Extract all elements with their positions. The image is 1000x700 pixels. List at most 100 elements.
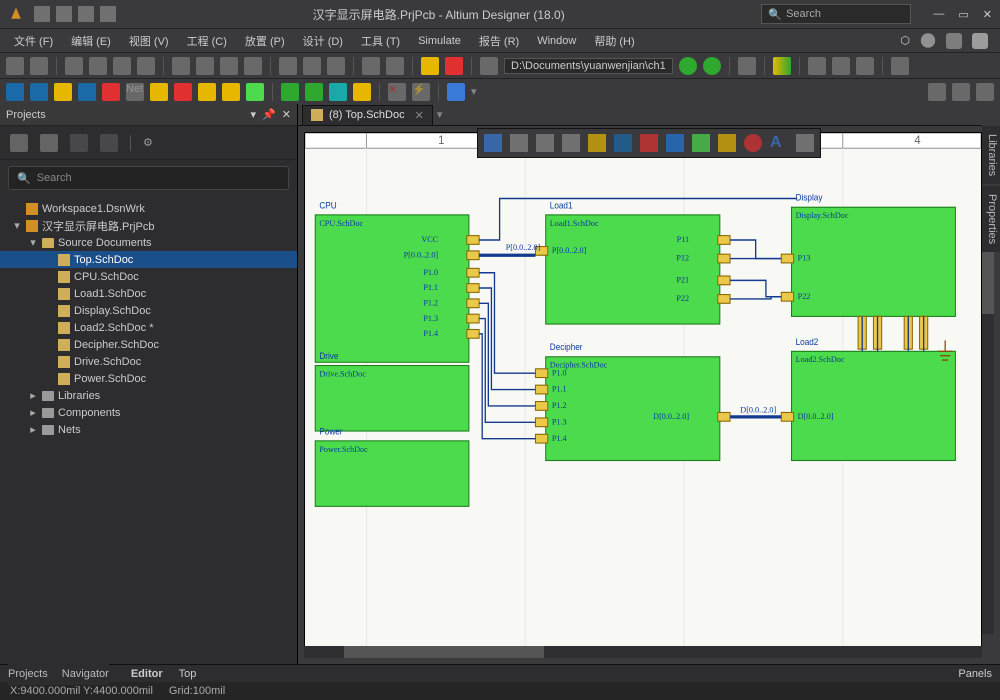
net2-icon[interactable] [666,134,684,152]
pin-icon[interactable]: 📌 [262,108,276,121]
panel-tab-navigator[interactable]: Navigator [62,668,109,680]
entry2-icon[interactable] [718,134,736,152]
tree-item[interactable]: ▸Libraries [0,387,297,404]
undo-icon[interactable] [100,6,116,22]
pdf-icon[interactable] [137,57,155,75]
grid-icon[interactable] [891,57,909,75]
port2-icon[interactable] [588,134,606,152]
compile-icon[interactable] [40,134,58,152]
tree-item[interactable]: ▸Nets [0,421,297,438]
paste-icon[interactable] [220,57,238,75]
sheet2-icon[interactable] [692,134,710,152]
selectrect-icon[interactable] [536,134,554,152]
move-icon[interactable] [303,57,321,75]
cut-icon[interactable] [172,57,190,75]
vcc-icon[interactable] [174,83,192,101]
menu-design[interactable]: 设计 (D) [295,30,351,52]
close-tab-icon[interactable]: ✕ [415,109,424,122]
path-breadcrumb[interactable]: D:\Documents\yuanwenjian\ch1 [504,58,673,74]
heatmap-icon[interactable] [773,57,791,75]
harness2-icon[interactable] [353,83,371,101]
panels-button[interactable]: Panels [958,668,992,680]
panel-tab-projects[interactable]: Projects [8,668,48,680]
list2-icon[interactable] [952,83,970,101]
side-tab-libraries[interactable]: Libraries [982,126,1000,184]
tree-item[interactable]: Decipher.SchDoc [0,336,297,353]
folder2-icon[interactable] [100,134,118,152]
minimize-button[interactable]: — [933,8,944,21]
undo-icon[interactable] [362,57,380,75]
scrollbar-horizontal[interactable] [304,646,982,658]
tree-item[interactable]: ▸Components [0,404,297,421]
tree-item[interactable]: Power.SchDoc [0,370,297,387]
align-right-icon[interactable] [856,57,874,75]
device-icon[interactable] [305,83,323,101]
menu-tools[interactable]: 工具 (T) [353,30,408,52]
tree-item[interactable]: ▾Source Documents [0,234,297,251]
folder-icon[interactable] [70,134,88,152]
junction-icon[interactable] [744,134,762,152]
output-icon[interactable] [113,57,131,75]
text-icon[interactable]: A [770,134,788,152]
save-all-icon[interactable] [56,6,72,22]
rubber-stamp-icon[interactable] [244,57,262,75]
align-left-icon[interactable] [808,57,826,75]
cross-probe2-icon[interactable] [445,57,463,75]
save-icon[interactable] [34,6,50,22]
save-icon[interactable] [30,57,48,75]
netlabel-icon[interactable] [78,83,96,101]
print-icon[interactable] [65,57,83,75]
sheetentry-icon[interactable] [222,83,240,101]
line-icon[interactable] [447,83,465,101]
menu-report[interactable]: 报告 (R) [471,30,527,52]
preview-icon[interactable] [89,57,107,75]
projects-search[interactable]: 🔍 Search [8,166,289,190]
settings-gear-icon[interactable] [920,33,936,49]
menu-simulate[interactable]: Simulate [410,32,469,50]
noerror-icon[interactable]: ✕ [388,83,406,101]
wire-icon[interactable] [6,83,24,101]
power-icon[interactable] [102,83,120,101]
schematic-canvas[interactable]: 1234CPUCPU.SchDocVCCP[0.0..2.0]P1.0P1.1P… [304,132,982,658]
editor-tab-top[interactable]: Top [179,668,197,680]
erc-icon[interactable]: ⚡ [412,83,430,101]
menu-file[interactable]: 文件 (F) [6,30,61,52]
tree-item[interactable]: Load2.SchDoc * [0,319,297,336]
menu-window[interactable]: Window [529,32,584,50]
share-icon[interactable]: ⬡ [900,34,910,47]
tree-item[interactable]: Drive.SchDoc [0,353,297,370]
global-search[interactable]: 🔍 Search [761,4,911,24]
nav-fwd-icon[interactable] [703,57,721,75]
cross-probe-icon[interactable] [421,57,439,75]
gnd-icon[interactable] [640,134,658,152]
tree-item[interactable]: Workspace1.DsnWrk [0,200,297,217]
project-tree[interactable]: Workspace1.DsnWrk▾汉字显示屏电路.PrjPcb▾Source … [0,196,297,664]
user-avatar-icon[interactable] [972,33,988,49]
menu-place[interactable]: 放置 (P) [237,30,293,52]
crosshair-icon[interactable] [510,134,528,152]
menu-view[interactable]: 视图 (V) [121,30,177,52]
open-icon[interactable] [78,6,94,22]
busentry-icon[interactable] [54,83,72,101]
notifications-icon[interactable] [946,33,962,49]
list3-icon[interactable] [976,83,994,101]
tree-item[interactable]: ▾汉字显示屏电路.PrjPcb [0,217,297,234]
document-tab-top[interactable]: (8) Top.SchDoc ✕ [302,105,433,125]
maximize-button[interactable]: ▭ [958,8,968,21]
offsheet-icon[interactable] [198,83,216,101]
netlabel2-icon[interactable]: Net [126,83,144,101]
close-panel-icon[interactable]: ✕ [282,108,291,121]
side-tab-properties[interactable]: Properties [982,186,1000,252]
tree-item[interactable]: Top.SchDoc [0,251,297,268]
port-icon[interactable] [150,83,168,101]
copy-icon[interactable] [196,57,214,75]
editor-tab-editor[interactable]: Editor [131,668,163,680]
list1-icon[interactable] [928,83,946,101]
close-button[interactable]: ✕ [983,8,992,21]
alignleft2-icon[interactable] [562,134,580,152]
doc-icon[interactable] [10,134,28,152]
filter-icon[interactable] [484,134,502,152]
tree-item[interactable]: Display.SchDoc [0,302,297,319]
redo-icon[interactable] [386,57,404,75]
toggle-units-icon[interactable] [738,57,756,75]
